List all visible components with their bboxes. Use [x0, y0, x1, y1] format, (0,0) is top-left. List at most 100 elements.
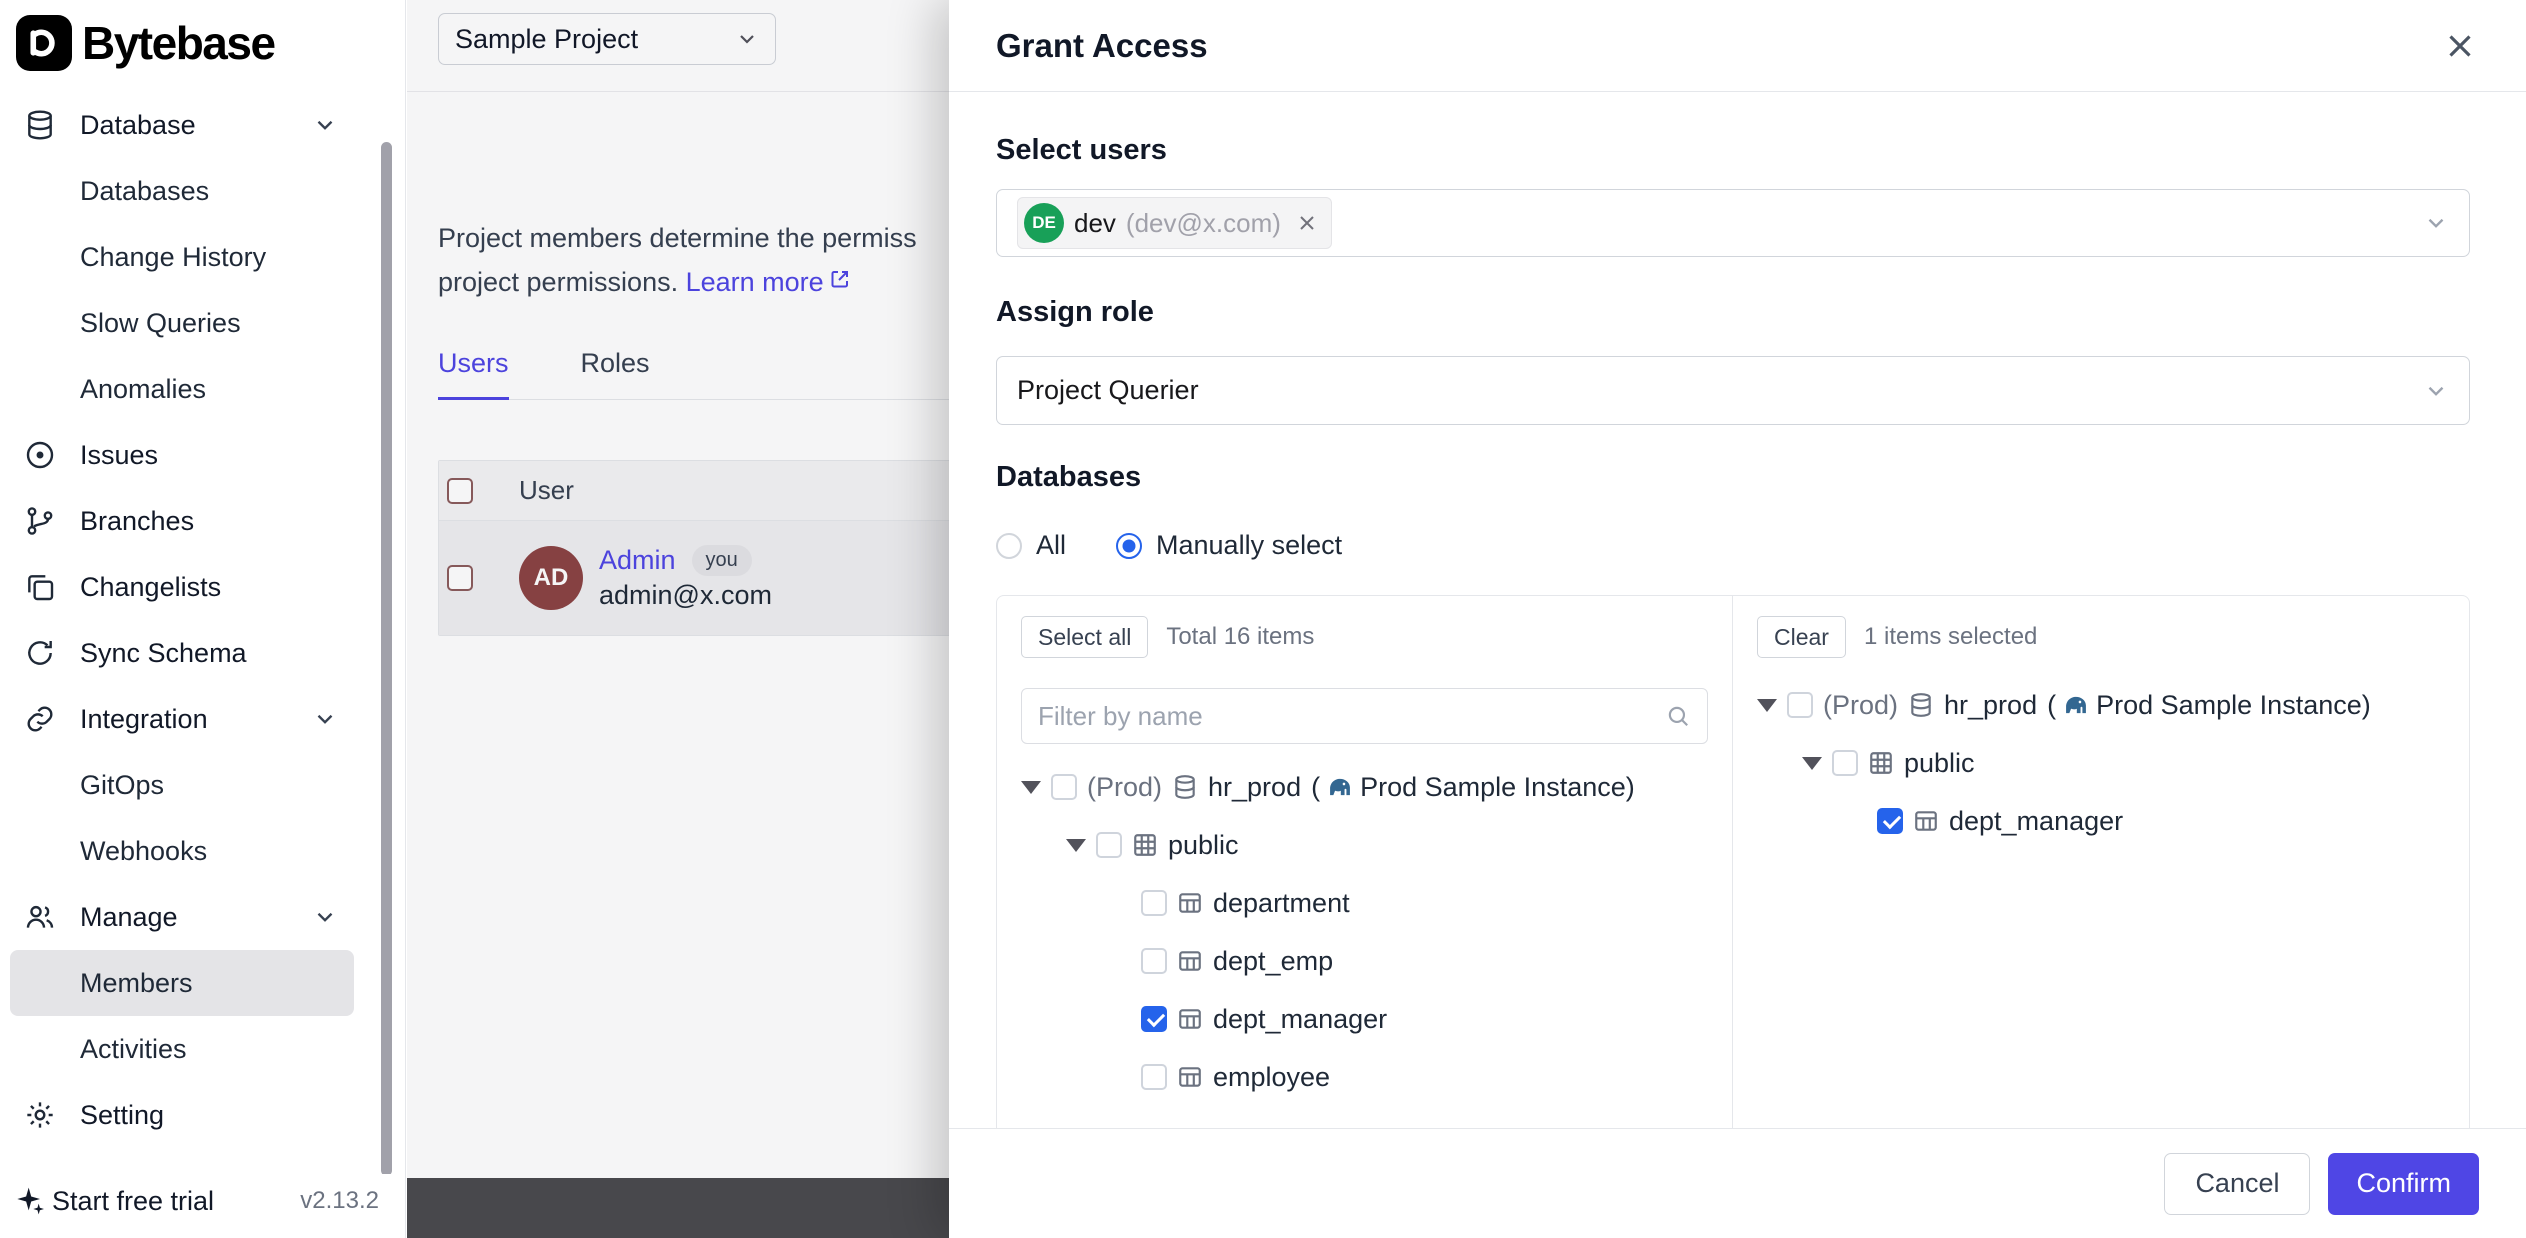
- sidebar-item-issues[interactable]: Issues: [10, 422, 354, 488]
- caret-down-icon[interactable]: [1802, 757, 1822, 770]
- sidebar-item-change-history[interactable]: Change History: [10, 224, 354, 290]
- tree-node-schema[interactable]: public: [1757, 734, 2445, 792]
- tree-checkbox[interactable]: [1141, 948, 1167, 974]
- sidebar-item-activities[interactable]: Activities: [10, 1016, 354, 1082]
- chevron-down-icon: [312, 112, 338, 138]
- tree-node-database[interactable]: (Prod) hr_prod ( Prod Sample Instance): [1021, 758, 1708, 816]
- select-all-button[interactable]: Select all: [1021, 616, 1148, 658]
- sync-icon: [24, 637, 56, 669]
- dialog-title: Grant Access: [996, 27, 1208, 65]
- caret-down-icon[interactable]: [1066, 839, 1086, 852]
- sidebar-item-gitops[interactable]: GitOps: [10, 752, 354, 818]
- tree-checkbox-checked[interactable]: [1141, 1006, 1167, 1032]
- table-icon: [1177, 948, 1203, 974]
- clear-button[interactable]: Clear: [1757, 616, 1846, 658]
- postgres-icon: [2062, 691, 2090, 719]
- caret-down-icon[interactable]: [1757, 699, 1777, 712]
- sidebar-item-slow-queries[interactable]: Slow Queries: [10, 290, 354, 356]
- tree-checkbox[interactable]: [1141, 1064, 1167, 1090]
- bytebase-logo-text: Bytebase: [82, 16, 275, 70]
- sidebar-item-label: Sync Schema: [80, 638, 247, 669]
- external-link-icon: [828, 260, 852, 304]
- sidebar-item-label: Databases: [80, 176, 209, 207]
- transfer-source-panel: Select all Total 16 items (Prod): [997, 596, 1733, 1128]
- instance-name: Prod Sample Instance): [1360, 772, 1635, 803]
- tree-node-table[interactable]: dept_emp: [1021, 932, 1708, 990]
- database-icon: [1908, 692, 1934, 718]
- tree-checkbox[interactable]: [1787, 692, 1813, 718]
- user-avatar: DE: [1024, 203, 1064, 243]
- gear-icon: [24, 1099, 56, 1131]
- member-name-link[interactable]: Admin: [599, 545, 676, 576]
- sidebar-item-label: Database: [80, 110, 196, 141]
- bottom-dark-bar: [407, 1178, 950, 1238]
- sidebar-item-label: Setting: [80, 1100, 164, 1131]
- tree-checkbox[interactable]: [1051, 774, 1077, 800]
- tab-users[interactable]: Users: [438, 348, 509, 400]
- caret-down-icon[interactable]: [1021, 781, 1041, 794]
- tree-node-table-selected[interactable]: dept_manager: [1021, 990, 1708, 1048]
- tab-roles[interactable]: Roles: [581, 348, 650, 399]
- cancel-button[interactable]: Cancel: [2164, 1153, 2310, 1215]
- role-select[interactable]: Project Querier: [996, 356, 2470, 425]
- tree-node-database[interactable]: (Prod) hr_prod ( Prod Sample Instance): [1757, 676, 2445, 734]
- sidebar-scrollbar[interactable]: [381, 142, 392, 1176]
- select-all-checkbox[interactable]: [447, 478, 473, 504]
- sidebar-item-databases[interactable]: Databases: [10, 158, 354, 224]
- sidebar-item-setting[interactable]: Setting: [10, 1082, 354, 1148]
- chevron-down-icon[interactable]: [2423, 210, 2449, 236]
- users-select[interactable]: DE dev (dev@x.com): [996, 189, 2470, 257]
- instance-label: ( Prod Sample Instance): [2047, 690, 2371, 721]
- search-icon: [1665, 703, 1691, 729]
- transfer-selected-panel: Clear 1 items selected (Prod) hr_prod: [1733, 596, 2469, 1128]
- bytebase-logo[interactable]: Bytebase: [16, 13, 275, 73]
- sidebar-item-label: GitOps: [80, 770, 164, 801]
- tree-checkbox[interactable]: [1141, 890, 1167, 916]
- sparkle-icon: [14, 1185, 46, 1217]
- remove-user-icon[interactable]: [1295, 211, 1319, 235]
- instance-label: ( Prod Sample Instance): [1311, 772, 1635, 803]
- sidebar-item-changelists[interactable]: Changelists: [10, 554, 354, 620]
- selected-count-label: 1 items selected: [1864, 623, 2037, 651]
- chevron-down-icon: [312, 706, 338, 732]
- sidebar-item-members[interactable]: Members: [10, 950, 354, 1016]
- filter-input[interactable]: [1038, 701, 1665, 732]
- environment-label: (Prod): [1087, 772, 1162, 803]
- dialog-footer: Cancel Confirm: [949, 1128, 2526, 1238]
- user-email: (dev@x.com): [1126, 208, 1281, 239]
- instance-name: Prod Sample Instance): [2096, 690, 2371, 721]
- sidebar-item-label: Change History: [80, 242, 266, 273]
- tree-node-table[interactable]: department: [1021, 874, 1708, 932]
- radio-all-label: All: [1036, 530, 1066, 561]
- sidebar-item-sync-schema[interactable]: Sync Schema: [10, 620, 354, 686]
- chevron-down-icon: [312, 904, 338, 930]
- tree-node-table[interactable]: employee: [1021, 1048, 1708, 1106]
- tree-checkbox[interactable]: [1832, 750, 1858, 776]
- sidebar-item-anomalies[interactable]: Anomalies: [10, 356, 354, 422]
- sidebar-item-label: Manage: [80, 902, 178, 933]
- tree-checkbox[interactable]: [1096, 832, 1122, 858]
- schema-icon: [1132, 832, 1158, 858]
- row-checkbox[interactable]: [447, 565, 473, 591]
- grant-access-dialog: Grant Access Select users DE dev (dev@x.…: [949, 0, 2526, 1238]
- tree-node-schema[interactable]: public: [1021, 816, 1708, 874]
- sidebar-item-database[interactable]: Database: [10, 92, 354, 158]
- radio-all[interactable]: All: [996, 530, 1066, 561]
- confirm-button[interactable]: Confirm: [2328, 1153, 2479, 1215]
- dialog-header: Grant Access: [949, 0, 2526, 92]
- tab-label: Users: [438, 348, 509, 378]
- start-free-trial-button[interactable]: Start free trial: [14, 1185, 214, 1217]
- tree-checkbox-checked[interactable]: [1877, 808, 1903, 834]
- project-selector[interactable]: Sample Project: [438, 13, 776, 65]
- close-icon[interactable]: [2441, 27, 2479, 65]
- tree-node-table-selected[interactable]: dept_manager: [1757, 792, 2445, 850]
- sidebar-item-manage[interactable]: Manage: [10, 884, 354, 950]
- sidebar-item-integration[interactable]: Integration: [10, 686, 354, 752]
- sidebar-item-branches[interactable]: Branches: [10, 488, 354, 554]
- radio-manually-select[interactable]: Manually select: [1116, 530, 1342, 561]
- radio-circle-checked: [1116, 533, 1142, 559]
- learn-more-link[interactable]: Learn more: [686, 260, 852, 304]
- sidebar-item-label: Members: [80, 968, 193, 999]
- chevron-down-icon[interactable]: [2423, 378, 2449, 404]
- sidebar-item-webhooks[interactable]: Webhooks: [10, 818, 354, 884]
